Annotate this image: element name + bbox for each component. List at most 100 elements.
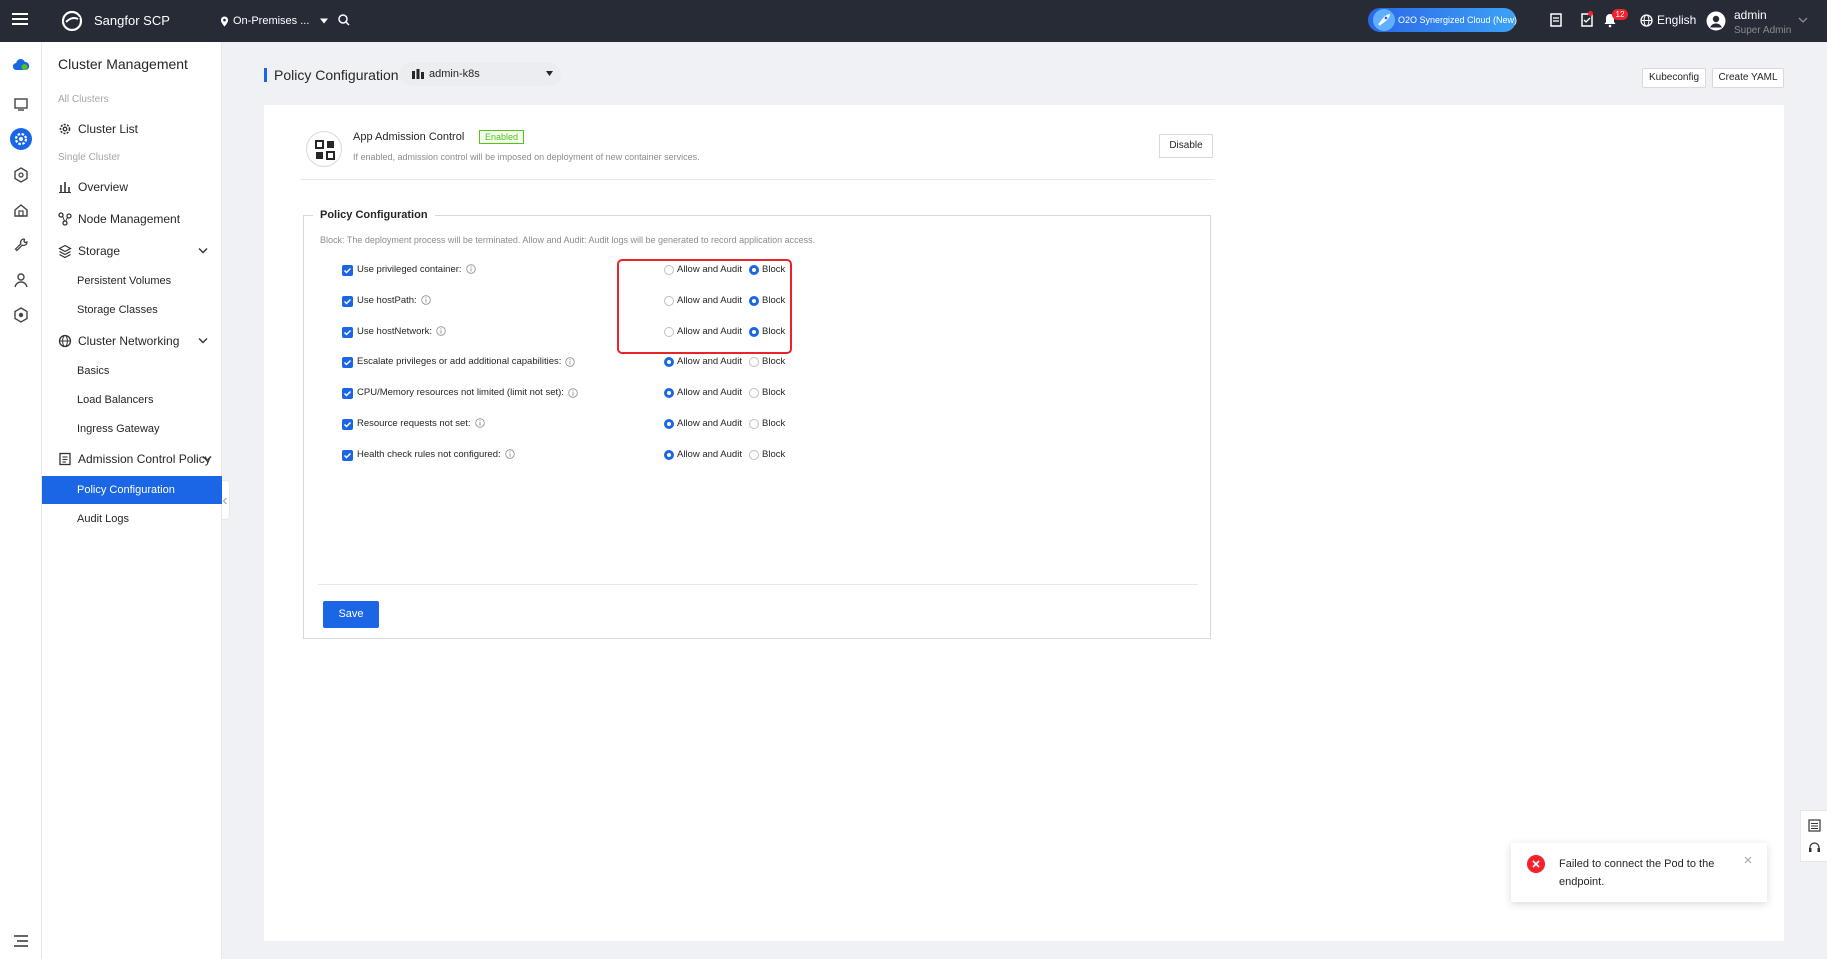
settings-hexagon-icon[interactable]	[12, 306, 30, 324]
checkmark-icon	[343, 329, 352, 336]
info-icon[interactable]	[420, 295, 431, 305]
radio-allow-and-audit[interactable]	[664, 449, 674, 460]
wrench-icon[interactable]	[12, 236, 30, 254]
sidebar-item-overview[interactable]: Overview	[42, 173, 222, 201]
radio-block[interactable]	[749, 357, 759, 368]
title-accent-bar	[264, 68, 267, 82]
radio-label-block: Block	[762, 448, 786, 460]
chevron-down-icon	[202, 456, 212, 462]
cloud-icon[interactable]	[12, 56, 30, 74]
sidebar-item-ingress-gateway[interactable]: Ingress Gateway	[42, 415, 222, 443]
globe-icon	[1640, 13, 1653, 27]
page-title: Policy Configuration	[274, 67, 399, 83]
checkmark-icon	[343, 391, 352, 397]
rule-checkbox[interactable]	[342, 326, 353, 338]
sidebar-item-policy-configuration[interactable]: Policy Configuration	[42, 476, 222, 504]
policy-rule-row: Resource requests not set: Allow and Audi…	[342, 417, 1162, 433]
rule-checkbox[interactable]	[342, 357, 353, 369]
language-selector[interactable]: English	[1640, 13, 1696, 27]
admission-description: If enabled, admission control will be im…	[353, 152, 700, 162]
kubeconfig-button[interactable]: Kubeconfig	[1642, 68, 1706, 88]
sidebar-item-audit-logs[interactable]: Audit Logs	[42, 505, 222, 533]
info-icon[interactable]	[568, 387, 578, 398]
divider	[300, 179, 1214, 180]
location-label: On-Premises ...	[233, 15, 310, 27]
group-label-single-cluster: Single Cluster	[58, 152, 121, 163]
language-label: English	[1657, 13, 1697, 27]
expand-menu-icon[interactable]	[14, 935, 28, 947]
rule-checkbox[interactable]	[342, 449, 353, 461]
sidebar-item-persistent-volumes[interactable]: Persistent Volumes	[42, 267, 222, 295]
sidebar-item-node-management[interactable]: Node Management	[42, 205, 222, 233]
radio-allow-and-audit[interactable]	[664, 419, 674, 429]
sidebar-item-basics[interactable]: Basics	[42, 357, 222, 385]
sidebar-item-cluster-list[interactable]: Cluster List	[42, 115, 222, 143]
radio-allow-and-audit[interactable]	[664, 357, 674, 368]
radio-block[interactable]	[749, 419, 759, 429]
sidebar-item-cluster-networking[interactable]: Cluster Networking	[42, 327, 222, 355]
checkmark-icon	[343, 421, 352, 428]
radio-block[interactable]	[749, 449, 759, 460]
search-icon[interactable]	[336, 12, 352, 28]
radio-allow-and-audit[interactable]	[664, 388, 674, 399]
brand-name: Sangfor SCP	[94, 13, 170, 28]
hexagon-network-icon[interactable]	[12, 166, 30, 184]
monitor-icon[interactable]	[12, 95, 30, 113]
o2o-cloud-button[interactable]: O2O Synergized Cloud (New)	[1368, 8, 1518, 32]
policy-rule-row: Escalate privileges or add additional ca…	[342, 355, 1162, 371]
user-role: Super Admin	[1734, 25, 1792, 36]
sidebar-item-label: Cluster Networking	[78, 334, 180, 348]
policy-rule-row: CPU/Memory resources not limited (limit …	[342, 386, 1162, 402]
chevron-left-icon	[222, 497, 227, 505]
radio-label-allow: Allow and Audit	[677, 356, 742, 368]
info-icon[interactable]	[465, 264, 476, 275]
sidebar-item-label: Node Management	[78, 212, 181, 226]
rule-checkbox[interactable]	[342, 295, 353, 307]
chevron-down-icon	[1798, 17, 1808, 23]
info-icon[interactable]	[504, 449, 515, 459]
task-icon[interactable]	[1578, 11, 1596, 29]
rule-label-text: Resource requests not set:	[357, 418, 471, 429]
rule-checkbox[interactable]	[342, 388, 353, 400]
o2o-label: O2O Synergized Cloud (New)	[1398, 15, 1518, 25]
info-icon[interactable]	[436, 326, 446, 336]
sidebar-collapse-handle[interactable]	[222, 480, 230, 520]
close-icon[interactable]	[1743, 855, 1753, 865]
radio-block[interactable]	[749, 388, 759, 399]
rule-checkbox[interactable]	[342, 265, 353, 276]
divider	[318, 584, 1198, 585]
user-icon[interactable]	[12, 271, 30, 289]
create-yaml-button[interactable]: Create YAML	[1712, 68, 1784, 88]
list-document-icon[interactable]	[1547, 11, 1565, 29]
rule-label: Use privileged container:	[357, 264, 476, 275]
nodes-icon	[58, 212, 72, 226]
icon-rail	[0, 42, 42, 959]
save-button[interactable]: Save	[323, 601, 379, 628]
sidebar-item-load-balancers[interactable]: Load Balancers	[42, 386, 222, 414]
menu-icon[interactable]	[12, 13, 28, 27]
rule-label: Use hostNetwork:	[357, 326, 446, 337]
home-cloud-icon[interactable]	[12, 201, 30, 219]
rule-label-text: Escalate privileges or add additional ca…	[357, 356, 562, 368]
info-icon[interactable]	[565, 357, 576, 367]
top-bar: Sangfor SCP On-Premises ... O2O Synergiz…	[0, 0, 1827, 42]
notification-badge: 12	[1612, 9, 1628, 20]
sidebar-item-storage[interactable]: Storage	[42, 237, 222, 265]
chevron-down-icon	[198, 248, 208, 254]
cloud-rocket-icon	[1373, 9, 1395, 31]
sidebar-item-storage-classes[interactable]: Storage Classes	[42, 296, 222, 324]
avatar-icon	[1706, 11, 1726, 31]
location-selector[interactable]: On-Premises ...	[220, 12, 329, 30]
disable-button[interactable]: Disable	[1159, 134, 1213, 158]
list-icon[interactable]	[1808, 819, 1821, 832]
rule-checkbox[interactable]	[342, 419, 353, 430]
sidebar-item-admission-control-policy[interactable]: Admission Control Policy	[42, 445, 222, 473]
rule-label: CPU/Memory resources not limited (limit …	[357, 387, 578, 398]
radio-label-block: Block	[762, 387, 786, 399]
headset-support-icon[interactable]	[1808, 841, 1821, 854]
cluster-settings-icon[interactable]	[10, 128, 32, 150]
checkmark-icon	[343, 452, 352, 459]
info-icon[interactable]	[474, 418, 485, 429]
cluster-icon	[412, 69, 424, 79]
cluster-selector[interactable]: admin-k8s	[400, 62, 561, 86]
